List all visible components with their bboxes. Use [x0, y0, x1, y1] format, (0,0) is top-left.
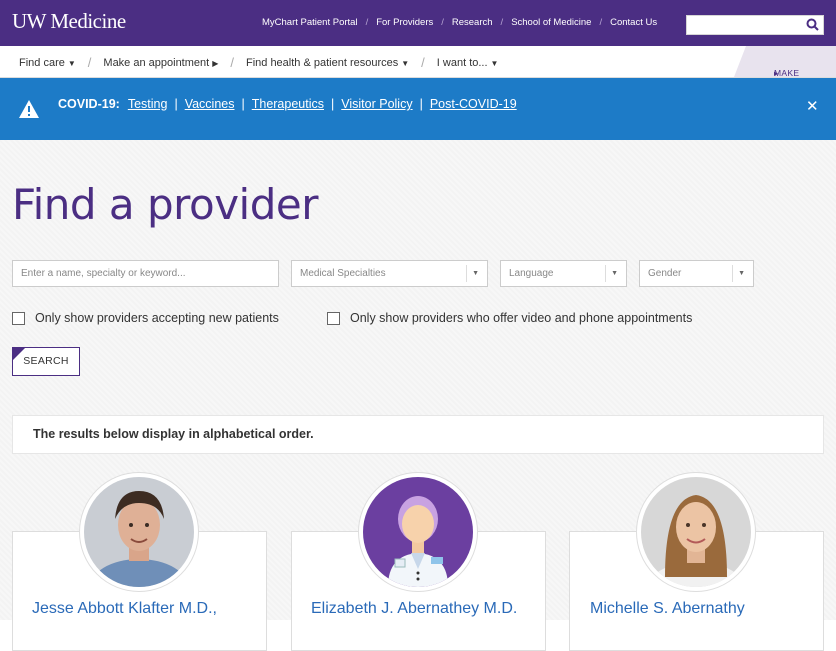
- search-button[interactable]: SEARCH: [12, 347, 80, 376]
- video-appointments-checkbox[interactable]: Only show providers who offer video and …: [327, 311, 692, 325]
- results-note: The results below display in alphabetica…: [12, 415, 824, 454]
- chevron-down-icon: ▼: [490, 58, 499, 68]
- gender-select[interactable]: Gender ▼: [639, 260, 754, 287]
- provider-placeholder-illustration[interactable]: [358, 472, 478, 592]
- contact-us-link[interactable]: Contact Us: [610, 17, 657, 28]
- site-search-input[interactable]: [686, 15, 824, 35]
- top-bar: UW Medicine MyChart Patient Portal / For …: [0, 0, 836, 46]
- for-providers-link[interactable]: For Providers: [376, 17, 433, 28]
- provider-photo[interactable]: [636, 472, 756, 592]
- language-select[interactable]: Language ▼: [500, 260, 627, 287]
- post-covid-link[interactable]: Post-COVID-19: [430, 97, 517, 111]
- nav-find-care[interactable]: Find care ▼: [19, 57, 76, 69]
- main-nav: Find care ▼ / Make an appointment ▶ / Find…: [0, 46, 836, 78]
- provider-name-link[interactable]: Michelle S. Abernathy: [590, 600, 745, 618]
- mychart-link[interactable]: MyChart Patient Portal: [262, 17, 358, 28]
- checkbox-box[interactable]: [327, 311, 340, 325]
- school-of-medicine-link[interactable]: School of Medicine: [511, 17, 591, 28]
- provider-name-link[interactable]: Elizabeth J. Abernathey M.D.: [311, 600, 517, 618]
- chevron-right-icon: ▶: [212, 58, 219, 68]
- close-icon[interactable]: ✕: [806, 97, 819, 115]
- chevron-down-icon: ▼: [738, 270, 745, 277]
- page-title: Find a provider: [12, 180, 318, 229]
- utility-links: MyChart Patient Portal / For Providers / R…: [262, 17, 658, 28]
- vaccines-link[interactable]: Vaccines: [185, 97, 235, 111]
- search-icon[interactable]: [805, 17, 821, 33]
- nav-i-want-to[interactable]: I want to... ▼: [437, 57, 499, 69]
- provider-name-link[interactable]: Jesse Abbott Klafter M.D.,: [32, 600, 217, 618]
- therapeutics-link[interactable]: Therapeutics: [252, 97, 324, 111]
- accepting-new-patients-checkbox[interactable]: Only show providers accepting new patien…: [12, 311, 279, 325]
- chevron-down-icon: ▼: [611, 270, 618, 277]
- chevron-down-icon: ▼: [401, 58, 410, 68]
- visitor-policy-link[interactable]: Visitor Policy: [341, 97, 412, 111]
- chevron-down-icon: ▼: [67, 58, 76, 68]
- make-a-gift-button[interactable]: MAKE A GIFT ▸: [734, 46, 836, 77]
- uw-medicine-logo[interactable]: UW Medicine: [12, 9, 126, 34]
- warning-icon: [19, 100, 39, 118]
- research-link[interactable]: Research: [452, 17, 493, 28]
- nav-make-appointment[interactable]: Make an appointment ▶: [103, 57, 218, 69]
- chevron-down-icon: ▼: [472, 270, 479, 277]
- specialty-select[interactable]: Medical Specialties ▼: [291, 260, 488, 287]
- testing-link[interactable]: Testing: [128, 97, 168, 111]
- alert-label: COVID-19:: [58, 97, 120, 111]
- provider-search-input[interactable]: Enter a name, specialty or keyword...: [12, 260, 279, 287]
- nav-find-resources[interactable]: Find health & patient resources ▼: [246, 57, 409, 69]
- covid-alert-banner: COVID-19: Testing | Vaccines | Therapeutic…: [0, 78, 836, 140]
- provider-photo[interactable]: [79, 472, 199, 592]
- checkbox-box[interactable]: [12, 311, 25, 325]
